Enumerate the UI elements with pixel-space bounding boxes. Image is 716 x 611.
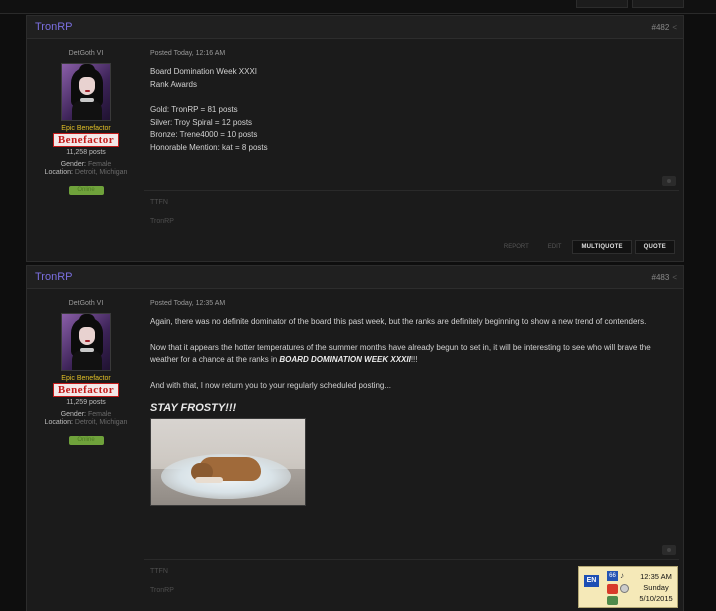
gender-line: Gender: Female	[27, 411, 145, 418]
post-header: TronRP #483 <	[27, 266, 683, 289]
post-content: Posted Today, 12:35 AM Again, there was …	[150, 300, 680, 506]
username-link[interactable]: TronRP	[35, 21, 73, 33]
location-label: Location:	[44, 419, 73, 426]
rank-badge: Benefactor	[52, 383, 120, 397]
quick-action-icon[interactable]	[662, 176, 676, 186]
clock[interactable]: 12:35 AM Sunday 5/10/2015	[635, 571, 677, 604]
post-message: Board Domination Week XXXI Rank Awards G…	[150, 66, 680, 154]
post-header: TronRP #482 <	[27, 16, 683, 39]
avatar[interactable]	[61, 63, 111, 121]
clock-time: 12:35 AM	[640, 572, 672, 581]
language-indicator[interactable]: EN	[584, 575, 599, 587]
location-line: Location: Detroit, Michigan	[27, 169, 145, 176]
user-info: DetGoth VI Epic Benefactor Benefactor 11…	[27, 300, 145, 445]
top-bar	[0, 0, 716, 14]
post-482: TronRP #482 < DetGoth VI Epic Benefactor …	[26, 15, 684, 262]
post-number-text[interactable]: #482	[652, 23, 670, 32]
user-title: DetGoth VI	[68, 50, 104, 57]
stay-frosty-heading: STAY FROSTY!!!	[150, 402, 237, 414]
quick-action-icon[interactable]	[662, 545, 676, 555]
tray-app-icon[interactable]: 66	[607, 571, 618, 581]
signature-divider	[144, 190, 679, 191]
post-count: 11,259 posts	[66, 399, 106, 406]
gender-label: Gender:	[60, 161, 86, 168]
event-name: BOARD DOMINATION WEEK XXXII	[279, 355, 411, 364]
location-value: Detroit, Michigan	[74, 169, 128, 176]
post-date: Posted Today, 12:35 AM	[150, 300, 226, 307]
user-info: DetGoth VI Epic Benefactor Benefactor 11…	[27, 50, 145, 195]
post-number[interactable]: #482 <	[652, 23, 677, 32]
post-number-text[interactable]: #483	[652, 273, 670, 282]
signature-line: TronRP	[150, 587, 174, 594]
gender-line: Gender: Female	[27, 161, 145, 168]
post-count: 11,258 posts	[66, 149, 106, 156]
dog-on-ice-image[interactable]	[150, 418, 306, 506]
message-paragraph: Now that it appears the hotter temperatu…	[150, 342, 680, 367]
message-line: Board Domination Week XXXI	[150, 67, 258, 76]
rank-text: Epic Benefactor	[61, 375, 111, 382]
post-number[interactable]: #483 <	[652, 273, 677, 282]
top-tab-right[interactable]	[632, 0, 684, 8]
username-link[interactable]: TronRP	[35, 271, 73, 283]
gender-value: Female	[87, 161, 112, 168]
gender-value: Female	[87, 411, 112, 418]
user-title: DetGoth VI	[68, 300, 104, 307]
clock-day: Sunday	[643, 583, 669, 592]
signature-divider	[144, 559, 679, 560]
location-label: Location:	[44, 169, 73, 176]
tray-update-icon[interactable]	[607, 596, 618, 605]
location-line: Location: Detroit, Michigan	[27, 419, 145, 426]
rank-badge: Benefactor	[52, 133, 120, 147]
gender-label: Gender:	[60, 411, 86, 418]
network-icon[interactable]	[620, 584, 629, 593]
post-actions: REPORT EDIT MULTIQUOTE QUOTE	[496, 240, 675, 254]
post-483: TronRP #483 < DetGoth VI Epic Benefactor …	[26, 265, 684, 611]
message-paragraph: And with that, I now return you to your …	[150, 380, 392, 390]
location-value: Detroit, Michigan	[74, 419, 128, 426]
post-date: Posted Today, 12:16 AM	[150, 50, 226, 57]
edit-button[interactable]: EDIT	[540, 240, 570, 254]
speaker-icon[interactable]: ♪	[620, 571, 629, 581]
top-tab-left[interactable]	[576, 0, 628, 8]
report-button[interactable]: REPORT	[496, 240, 537, 254]
rank-text: Epic Benefactor	[61, 125, 111, 132]
signature-line: TronRP	[150, 218, 174, 225]
message-line: Gold: TronRP = 81 posts	[150, 105, 238, 114]
post-content: Posted Today, 12:16 AM Board Domination …	[150, 50, 680, 154]
message-line: Honorable Mention: kat = 8 posts	[150, 142, 268, 152]
system-tray: EN 66 ♪ 12:35 AM Sunday 5/10/2015	[578, 566, 678, 608]
signature-line: TTFN	[150, 199, 168, 206]
post-message: Again, there was no definite dominator o…	[150, 316, 680, 392]
message-line: Silver: Troy Spiral = 12 posts	[150, 117, 253, 127]
clock-date: 5/10/2015	[639, 594, 673, 603]
message-line: Rank Awards	[150, 79, 197, 89]
signature-line: TTFN	[150, 568, 168, 575]
online-badge: Online	[68, 436, 104, 445]
message-line: Bronze: Trene4000 = 10 posts	[150, 130, 258, 139]
avatar[interactable]	[61, 313, 111, 371]
message-paragraph: Again, there was no definite dominator o…	[150, 317, 647, 326]
online-badge: Online	[68, 186, 104, 195]
quote-button[interactable]: QUOTE	[634, 240, 675, 254]
multiquote-button[interactable]: MULTIQUOTE	[572, 240, 632, 254]
tray-security-icon[interactable]	[607, 584, 618, 594]
message-text: !!!	[410, 355, 418, 364]
share-icon[interactable]: <	[672, 273, 677, 282]
share-icon[interactable]: <	[672, 23, 677, 32]
